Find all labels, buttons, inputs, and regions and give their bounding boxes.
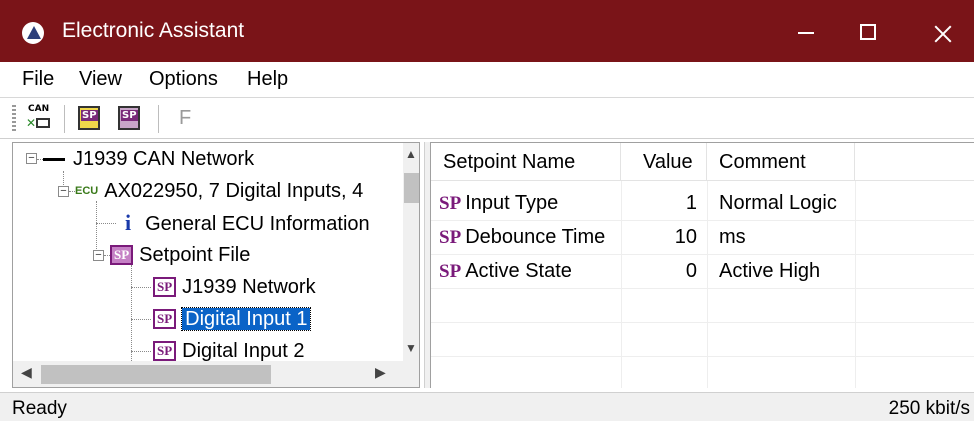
- window-title: Electronic Assistant: [62, 19, 245, 42]
- status-text: Ready: [12, 398, 67, 419]
- tree-horizontal-scroll-thumb[interactable]: [41, 365, 271, 384]
- maximize-button[interactable]: [840, 0, 910, 62]
- toolbar-separator: [64, 105, 65, 133]
- setpoint-icon: SP: [439, 193, 462, 214]
- tree-collapse-toggle[interactable]: −: [26, 153, 37, 164]
- setpoint-icon: SP: [439, 227, 462, 248]
- setpoint-file-icon: SP: [110, 245, 134, 265]
- scroll-left-icon[interactable]: ◀: [21, 364, 32, 381]
- ecu-icon: ECU: [75, 185, 99, 197]
- table-row-name-cell[interactable]: SP Input Type: [439, 187, 558, 219]
- title-bar: Electronic Assistant: [0, 0, 974, 62]
- table-row-value-cell[interactable]: 0: [621, 255, 697, 287]
- setpoint-icon: SP: [153, 277, 177, 297]
- table-row-comment-cell: Normal Logic: [719, 192, 837, 214]
- tree-item-label: General ECU Information: [145, 213, 370, 235]
- table-row-value-cell[interactable]: 1: [621, 187, 697, 219]
- ecu-tree-view[interactable]: − J1939 CAN Network − ECU AX022950, 7 Dig…: [12, 142, 420, 388]
- sp-label: SP: [81, 110, 98, 121]
- menu-bar: File View Options Help: [0, 62, 974, 98]
- setpoint-name: Debounce Time: [465, 226, 606, 248]
- network-icon: [43, 158, 65, 162]
- tree-item-label: AX022950, 7 Digital Inputs, 4: [104, 180, 364, 202]
- menu-file[interactable]: File: [22, 68, 54, 91]
- scroll-right-icon[interactable]: ▶: [375, 364, 386, 381]
- table-row-comment-cell: Active High: [719, 260, 821, 282]
- setpoint-table[interactable]: Setpoint Name Value Comment SP Input Type…: [430, 142, 974, 388]
- status-bar: Ready 250 kbit/s: [0, 392, 974, 421]
- tree-item-label: Digital Input 2: [182, 340, 305, 362]
- toolbar-separator: [158, 105, 159, 133]
- tree-item-general-ecu-information[interactable]: i General ECU Information: [125, 208, 370, 238]
- minimize-button[interactable]: [770, 0, 840, 62]
- tree-item-label-selected: Digital Input 1: [181, 307, 312, 331]
- setpoint-icon: SP: [153, 341, 177, 361]
- close-button[interactable]: [905, 0, 974, 62]
- tree-item-digital-input-1[interactable]: SP Digital Input 1: [153, 304, 312, 334]
- save-setpoint-button[interactable]: SP: [114, 104, 144, 134]
- open-setpoint-icon: SP: [78, 106, 100, 130]
- toolbar-grip[interactable]: [12, 105, 16, 133]
- tree-item-j1939-network[interactable]: SP J1939 Network: [153, 272, 316, 302]
- toolbar: CAN ✕ SP SP F: [0, 99, 974, 139]
- column-header-comment[interactable]: Comment: [707, 143, 855, 181]
- can-connect-button[interactable]: CAN ✕: [24, 104, 54, 134]
- scroll-down-icon[interactable]: ▼: [405, 341, 417, 355]
- sp-label: SP: [121, 110, 138, 121]
- setpoint-name: Input Type: [465, 192, 559, 214]
- minimize-icon: [798, 32, 814, 34]
- tree-item-j1939-can-network[interactable]: J1939 CAN Network: [43, 144, 254, 174]
- baud-rate-indicator: 250 kbit/s: [888, 398, 970, 419]
- tree-item-ecu[interactable]: ECU AX022950, 7 Digital Inputs, 4: [75, 176, 363, 206]
- tree-item-label: J1939 Network: [182, 276, 316, 298]
- tree-collapse-toggle[interactable]: −: [93, 250, 104, 261]
- setpoint-icon: SP: [153, 309, 177, 329]
- tree-horizontal-scrollbar[interactable]: ◀ ▶: [13, 361, 403, 387]
- save-setpoint-icon: SP: [118, 106, 140, 130]
- table-row-comment-cell: ms: [719, 226, 746, 248]
- tree-vertical-scrollbar[interactable]: ▲ ▼: [403, 143, 419, 361]
- setpoint-icon: SP: [439, 261, 462, 282]
- app-logo-icon: [22, 22, 44, 44]
- open-setpoint-button[interactable]: SP: [74, 104, 104, 134]
- column-header-setpoint-name[interactable]: Setpoint Name: [431, 143, 621, 181]
- menu-view[interactable]: View: [79, 68, 122, 91]
- table-row-name-cell[interactable]: SP Debounce Time: [439, 221, 605, 253]
- menu-help[interactable]: Help: [247, 68, 288, 91]
- column-header-filler: [855, 143, 974, 181]
- scroll-up-icon[interactable]: ▲: [405, 147, 417, 161]
- disconnected-x-icon: ✕: [26, 116, 37, 130]
- can-label: CAN: [28, 104, 50, 114]
- tree-collapse-toggle[interactable]: −: [58, 186, 69, 197]
- info-icon: i: [125, 210, 132, 235]
- tree-item-label: J1939 CAN Network: [73, 148, 255, 170]
- setpoint-name: Active State: [465, 260, 572, 282]
- tree-vertical-scroll-thumb[interactable]: [404, 173, 419, 203]
- scrollbar-corner: [403, 361, 419, 387]
- column-header-value[interactable]: Value: [621, 143, 707, 181]
- flash-label: F: [179, 107, 192, 129]
- table-row-name-cell[interactable]: SP Active State: [439, 255, 572, 287]
- tree-item-label: Setpoint File: [139, 244, 251, 266]
- flash-button[interactable]: F: [170, 104, 200, 134]
- menu-options[interactable]: Options: [149, 68, 218, 91]
- maximize-icon: [860, 24, 876, 40]
- can-adapter-icon: [36, 118, 50, 128]
- tree-item-setpoint-file[interactable]: SP Setpoint File: [110, 240, 250, 270]
- table-row-value-cell[interactable]: 10: [621, 221, 697, 253]
